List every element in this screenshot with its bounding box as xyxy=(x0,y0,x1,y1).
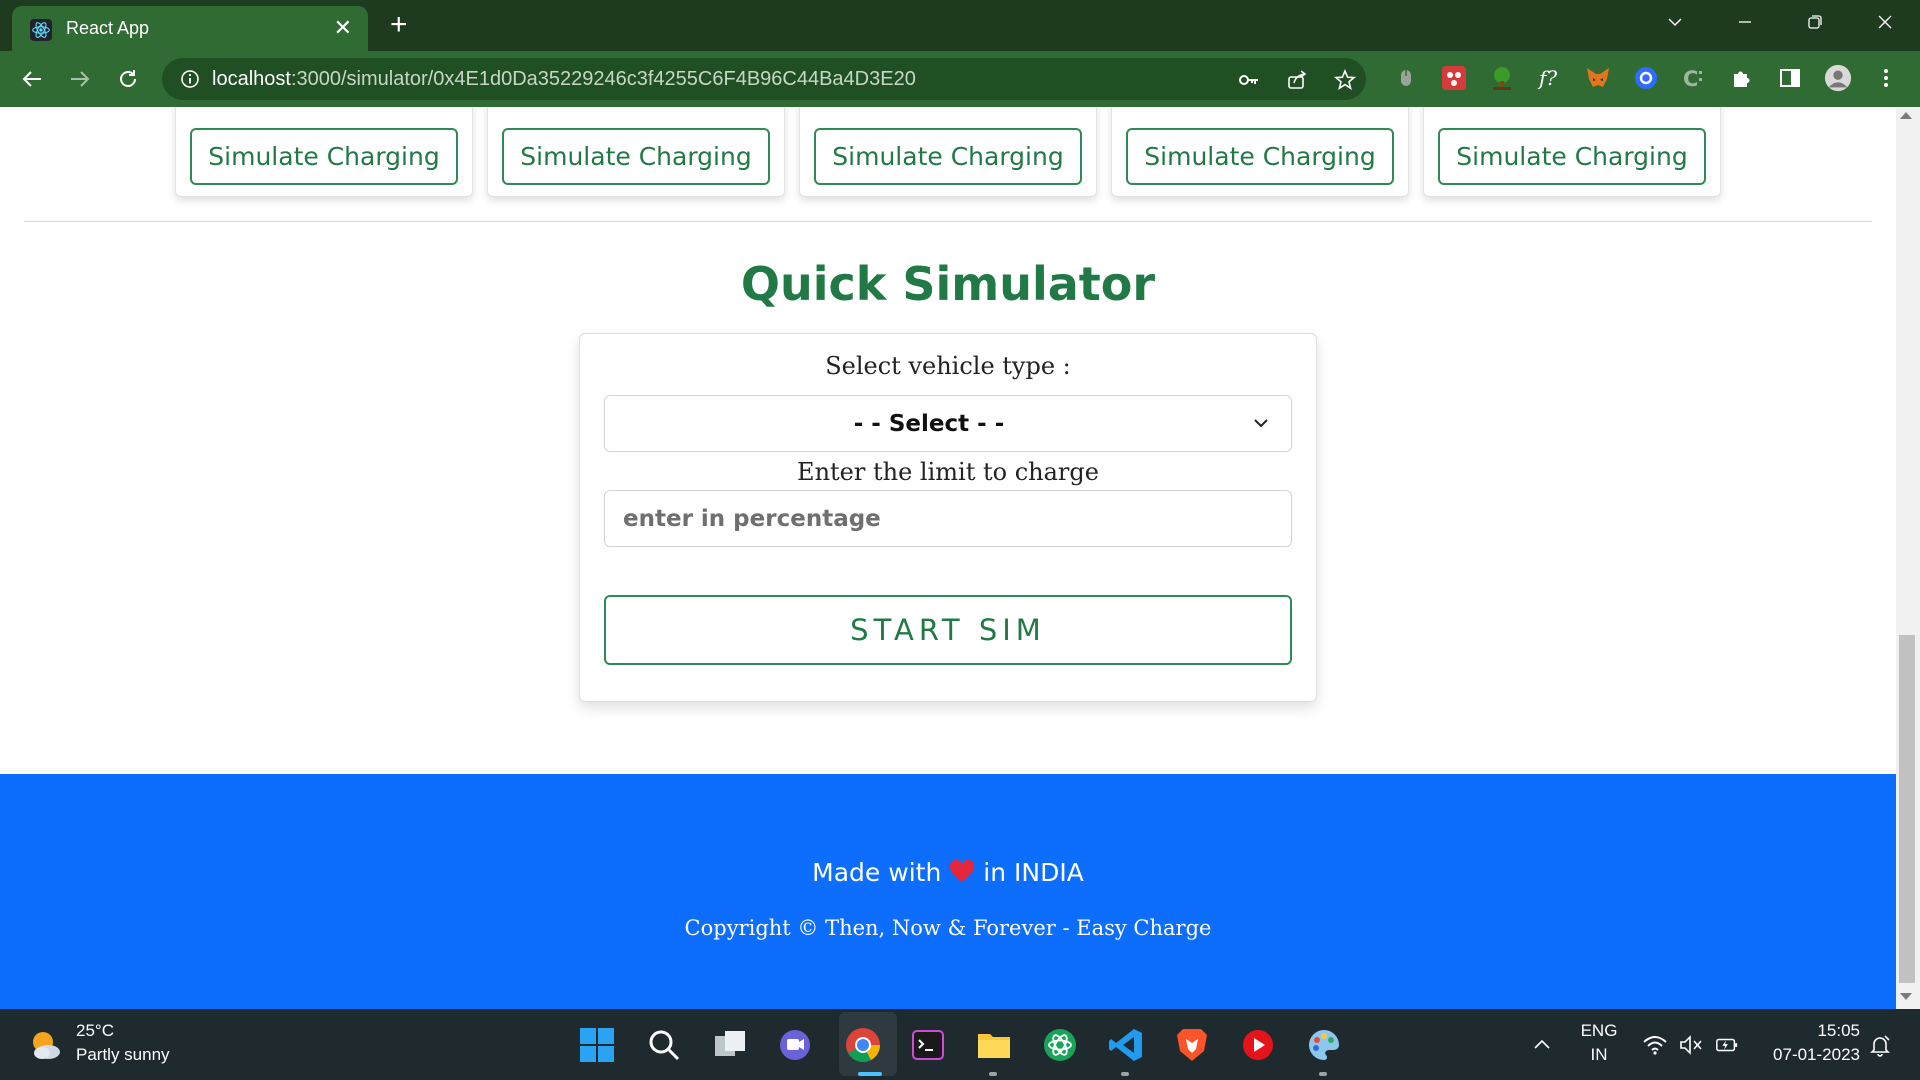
chevron-down-icon xyxy=(1254,419,1268,428)
browser-tab-strip: React App ✕ + xyxy=(0,0,1920,51)
made-with-text: Made with in INDIA xyxy=(0,858,1896,887)
simulate-charging-button[interactable]: Simulate Charging xyxy=(1126,128,1394,185)
simulate-charging-button[interactable]: Simulate Charging xyxy=(502,128,770,185)
task-view-icon[interactable] xyxy=(710,1025,750,1065)
wifi-icon[interactable] xyxy=(1643,1033,1667,1057)
terminal-icon[interactable] xyxy=(908,1025,948,1065)
running-indicator xyxy=(1319,1072,1327,1076)
quick-simulator-form: Select vehicle type : - - Select - - Ent… xyxy=(579,333,1317,702)
start-windows-icon[interactable] xyxy=(577,1025,617,1065)
chevron-up-icon[interactable] xyxy=(1530,1033,1554,1057)
running-indicator xyxy=(989,1072,997,1076)
restore-icon[interactable] xyxy=(1780,0,1850,44)
extension-red-icon[interactable] xyxy=(1440,64,1468,92)
close-window-icon[interactable] xyxy=(1850,0,1920,44)
window-controls xyxy=(1640,0,1920,44)
forward-arrow-icon[interactable] xyxy=(66,65,94,93)
tab-title: React App xyxy=(66,18,150,38)
start-sim-button[interactable]: START SIM xyxy=(604,595,1292,665)
vehicle-type-selected: - - Select - - xyxy=(853,411,1005,437)
running-indicator xyxy=(1121,1072,1129,1076)
chrome-icon[interactable] xyxy=(843,1025,883,1065)
url-host: localhost xyxy=(212,68,291,90)
battery-charging-icon[interactable] xyxy=(1715,1033,1739,1057)
reload-icon[interactable] xyxy=(114,65,142,93)
teams-chat-icon[interactable] xyxy=(775,1025,815,1065)
made-with-prefix: Made with xyxy=(812,858,942,887)
page-footer: Made with in INDIA Copyright © Then, Now … xyxy=(0,774,1896,1009)
charge-limit-input[interactable] xyxy=(604,490,1292,547)
brave-icon[interactable] xyxy=(1172,1025,1212,1065)
notification-bell-icon[interactable] xyxy=(1868,1033,1892,1057)
scroll-down-arrow-icon[interactable] xyxy=(1900,993,1912,1000)
minimize-icon[interactable] xyxy=(1710,0,1780,44)
file-explorer-icon[interactable] xyxy=(974,1025,1014,1065)
clock-date[interactable]: 07-01-2023 xyxy=(1760,1045,1860,1065)
vehicle-type-select[interactable]: - - Select - - xyxy=(604,395,1292,452)
vscode-icon[interactable] xyxy=(1106,1025,1146,1065)
station-card: Simulate Charging xyxy=(175,107,473,197)
page-viewport: Simulate Charging Simulate Charging Simu… xyxy=(0,107,1896,1009)
youtube-music-icon[interactable] xyxy=(1238,1025,1278,1065)
active-indicator xyxy=(858,1072,882,1076)
puzzle-extensions-icon[interactable] xyxy=(1728,64,1756,92)
language-code[interactable]: ENG xyxy=(1578,1021,1620,1041)
search-icon[interactable] xyxy=(644,1025,684,1065)
atom-app-icon[interactable] xyxy=(1040,1025,1080,1065)
password-key-icon[interactable] xyxy=(1236,67,1262,93)
site-info-icon[interactable] xyxy=(180,69,200,89)
weather-temperature: 25°C xyxy=(76,1021,114,1040)
share-icon[interactable] xyxy=(1284,67,1310,93)
new-tab-button[interactable]: + xyxy=(390,8,408,42)
react-icon xyxy=(30,19,52,41)
station-card: Simulate Charging xyxy=(1423,107,1721,197)
made-with-suffix: in INDIA xyxy=(983,858,1084,887)
url-text[interactable]: localhost:3000/simulator/0x4E1d0Da352292… xyxy=(212,68,916,91)
windows-taskbar: 25°C Partly sunny ENG IN 15:05 07-01-202… xyxy=(0,1009,1920,1080)
side-panel-icon[interactable] xyxy=(1776,64,1804,92)
tab-close-icon[interactable]: ✕ xyxy=(334,15,352,41)
clock-time[interactable]: 15:05 xyxy=(1780,1021,1860,1041)
simulate-charging-button[interactable]: Simulate Charging xyxy=(814,128,1082,185)
language-region[interactable]: IN xyxy=(1578,1045,1620,1065)
heart-icon xyxy=(950,860,975,882)
url-path: :3000/simulator/0x4E1d0Da35229246c3f4255… xyxy=(290,68,916,90)
scroll-up-arrow-icon[interactable] xyxy=(1900,112,1912,119)
partly-sunny-icon[interactable] xyxy=(28,1027,64,1063)
back-arrow-icon[interactable] xyxy=(18,65,46,93)
quick-simulator-title: Quick Simulator xyxy=(740,257,1156,311)
weather-description: Partly sunny xyxy=(76,1045,170,1064)
svg-text:f?: f? xyxy=(1537,66,1557,90)
tab-search-chevron-icon[interactable] xyxy=(1640,0,1710,44)
browser-tab[interactable]: React App ✕ xyxy=(12,6,368,51)
scrollbar-thumb[interactable] xyxy=(1899,635,1915,983)
extension-mouse-icon[interactable] xyxy=(1392,64,1420,92)
section-divider xyxy=(24,221,1872,222)
extension-f-icon[interactable]: f? xyxy=(1536,64,1564,92)
metamask-fox-icon[interactable] xyxy=(1584,64,1612,92)
station-card: Simulate Charging xyxy=(487,107,785,197)
profile-avatar[interactable] xyxy=(1824,64,1852,92)
extension-c-icon[interactable]: C xyxy=(1680,64,1708,92)
address-bar[interactable]: localhost:3000/simulator/0x4E1d0Da352292… xyxy=(162,58,1366,100)
star-icon[interactable] xyxy=(1332,67,1358,93)
extension-tree-icon[interactable] xyxy=(1488,64,1516,92)
paint-palette-icon[interactable] xyxy=(1304,1025,1344,1065)
simulate-charging-button[interactable]: Simulate Charging xyxy=(190,128,458,185)
vehicle-type-label: Select vehicle type : xyxy=(825,352,1071,380)
station-card: Simulate Charging xyxy=(1111,107,1409,197)
charge-limit-label: Enter the limit to charge xyxy=(797,458,1099,486)
station-card: Simulate Charging xyxy=(799,107,1097,197)
volume-muted-icon[interactable] xyxy=(1679,1033,1703,1057)
extension-circle-icon[interactable] xyxy=(1632,64,1660,92)
simulate-charging-button[interactable]: Simulate Charging xyxy=(1438,128,1706,185)
browser-menu-icon[interactable] xyxy=(1872,64,1900,92)
copyright-text: Copyright © Then, Now & Forever - Easy C… xyxy=(684,916,1212,940)
svg-text:C: C xyxy=(1683,67,1698,91)
